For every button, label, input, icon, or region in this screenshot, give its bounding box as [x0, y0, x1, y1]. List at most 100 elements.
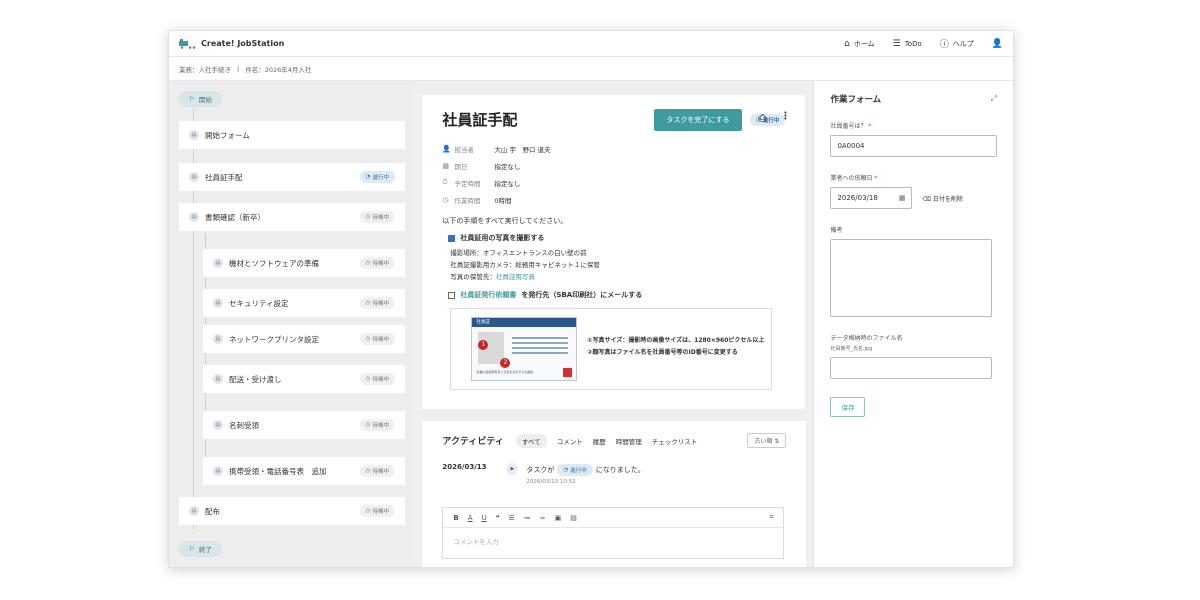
tab-time[interactable]: 時間管理 [616, 436, 642, 446]
note-textarea[interactable] [830, 239, 993, 317]
tab-comments[interactable]: コメント [557, 436, 583, 446]
comment-input[interactable]: コメントを入力 [443, 528, 783, 554]
list-icon: ☰ [892, 38, 901, 49]
nav-home[interactable]: ⌂ ホーム [844, 39, 875, 49]
step-start-form[interactable]: ▤ 開始フォーム [179, 121, 405, 149]
detail-line: 写真の保管先：社員証用写真 [450, 271, 785, 283]
tab-all[interactable]: すべて [515, 433, 547, 448]
task-icon: ▤ [189, 172, 199, 182]
link-icon[interactable]: ∞ [540, 514, 546, 522]
clear-date-label: 日付を削除 [932, 195, 963, 203]
checkbox-unchecked[interactable] [448, 291, 456, 299]
activity-date: 2026/03/13 [442, 463, 487, 471]
flag-icon: ⚐ [189, 545, 195, 553]
sort-select[interactable]: 古い順 ⇅ [747, 433, 787, 448]
date-row: 2026/03/18 ▦ ⌫ 日付を削除 [830, 182, 997, 209]
waiting-icon: ◷ [365, 468, 371, 474]
photo-folder-link[interactable]: 社員証用写真 [496, 273, 535, 281]
person-icon: 👤 [442, 144, 452, 153]
request-date-input[interactable]: 2026/03/18 ▦ [830, 187, 913, 209]
print-icon[interactable]: ⎙ [758, 113, 766, 124]
input-value: 2026/03/18 [837, 194, 878, 202]
attach-icon[interactable]: ⌗ [769, 513, 773, 522]
required-mark: * [868, 123, 872, 130]
bold-icon[interactable]: B [453, 514, 458, 522]
status-text: 待機中 [372, 377, 389, 383]
entry-status-badge: ◔ 進行中 [557, 464, 593, 476]
note-label: 備考 [830, 227, 843, 234]
clear-date-button[interactable]: ⌫ 日付を削除 [922, 194, 962, 203]
workflow-panel: ⚐ 開始 ▤ 開始フォーム ▤ 社員証手配 ◔ 進行中 ▤ 書類確認（新卒） ◷ 待機中 ▤… [169, 81, 415, 567]
status-badge: ◷ 待機中 [359, 257, 395, 269]
flow-start-label: 開始 [198, 96, 212, 104]
waiting-icon: ◷ [365, 336, 371, 342]
more-menu-icon[interactable]: ⋮ [780, 111, 790, 122]
step-equipment[interactable]: ▤ 機材とソフトウェアの準備 ◷ 待機中 [203, 249, 405, 277]
train-logo-icon [179, 38, 196, 49]
step-label: ネットワークプリンタ設定 [229, 334, 319, 344]
bullet-list-icon[interactable]: ☰ [508, 514, 514, 522]
waiting-icon: ◷ [365, 376, 371, 382]
checkbox-checked[interactable] [448, 234, 456, 242]
calendar-icon[interactable]: ▦ [899, 194, 906, 202]
status-text: 待機中 [372, 301, 389, 307]
progress-icon: ◔ [563, 467, 569, 473]
nav-help[interactable]: ⓘ ヘルプ [939, 37, 974, 51]
help-icon: ⓘ [939, 40, 949, 50]
step-label: 社員証手配 [205, 172, 243, 182]
step-printer[interactable]: ▤ ネットワークプリンタ設定 ◷ 待機中 [203, 325, 405, 353]
tab-checklist[interactable]: チェックリスト [652, 436, 698, 446]
task-panel: 社員証手配 ◔ 進行中 タスクを完了にする ⎙ ⋮ 👤 担当者 大山 宇 野口 道夫 … [414, 81, 814, 567]
media-icon[interactable]: ▤ [570, 514, 577, 522]
save-button[interactable]: 保存 [830, 397, 866, 417]
checklist-item-email[interactable]: 社員証発行依頼書 を発行先（SBA印刷社）にメールする [448, 290, 785, 300]
sort-icon: ⇅ [774, 438, 780, 445]
step-delivery[interactable]: ▤ 配送・受け渡し ◷ 待機中 [203, 365, 405, 393]
step-id-card[interactable]: ▤ 社員証手配 ◔ 進行中 [179, 163, 405, 191]
user-menu[interactable]: 👤 [992, 39, 1003, 49]
activity-header: アクティビティ すべて コメント 履歴 時間管理 チェックリスト 古い順 ⇅ [442, 433, 787, 448]
employee-no-input[interactable]: 0A0004 [830, 135, 998, 157]
request-form-link[interactable]: 社員証発行依頼書 [460, 290, 516, 300]
numbered-list-icon[interactable]: ≔ [524, 514, 531, 522]
step-distribution[interactable]: ▤ 配布 ◷ 待機中 [179, 497, 405, 525]
step-label: セキュリティ設定 [229, 298, 289, 308]
sort-label: 古い順 [754, 438, 773, 445]
app-logo[interactable]: Create! JobStation [179, 38, 284, 49]
step-mobile[interactable]: ▤ 携帯受領・電話番号表 追加 ◷ 待機中 [203, 457, 405, 485]
form-title: 作業フォーム [830, 95, 882, 105]
task-icon: ▤ [213, 466, 223, 476]
task-title: 社員証手配 [442, 111, 518, 129]
underline-icon[interactable]: U [482, 514, 487, 522]
form-header: 作業フォーム ⤢ [830, 93, 997, 105]
comment-editor: B A U ❝ ☰ ≔ ∞ ▣ ▤ ⌗ コメントを入力 [442, 507, 785, 559]
text-color-icon[interactable]: A [468, 514, 473, 522]
nav-todo[interactable]: ☰ ToDo [893, 39, 922, 49]
task-icon: ▤ [213, 298, 223, 308]
step-label: 名刺受領 [229, 420, 259, 430]
meta-label: 作業時間 [454, 196, 481, 205]
step-label: 機材とソフトウェアの準備 [229, 258, 319, 268]
step-security[interactable]: ▤ セキュリティ設定 ◷ 待機中 [203, 289, 405, 317]
eraser-icon: ⌫ [922, 195, 931, 203]
complete-task-button[interactable]: タスクを完了にする [654, 109, 742, 131]
image-icon[interactable]: ▣ [555, 514, 562, 522]
step-document-check[interactable]: ▤ 書類確認（新卒） ◷ 待機中 [179, 203, 405, 231]
home-icon: ⌂ [844, 38, 850, 49]
status-badge: ◷ 待機中 [359, 419, 395, 431]
step-label: 配送・受け渡し [229, 374, 282, 384]
checklist-label: 社員証用の写真を撮影する [460, 234, 545, 242]
file-name-input[interactable] [830, 357, 993, 379]
step-business-card[interactable]: ▤ 名刺受領 ◷ 待機中 [203, 411, 405, 439]
clock-icon: ◷ [442, 195, 449, 204]
flag-icon: ⚐ [189, 95, 195, 103]
tab-history[interactable]: 履歴 [593, 436, 606, 446]
marker-2-icon: 2 [500, 358, 511, 368]
step-label: 開始フォーム [205, 130, 250, 140]
quote-icon[interactable]: ❝ [496, 514, 500, 522]
expand-icon[interactable]: ⤢ [991, 94, 997, 104]
breadcrumb-case: 件名：2026年4月入社 [245, 65, 312, 74]
step-label: 書類確認（新卒） [205, 212, 265, 222]
checklist-item-photo[interactable]: 社員証用の写真を撮影する [448, 233, 785, 243]
breadcrumb: 業務：入社手続き | 件名：2026年4月入社 [169, 57, 1013, 81]
